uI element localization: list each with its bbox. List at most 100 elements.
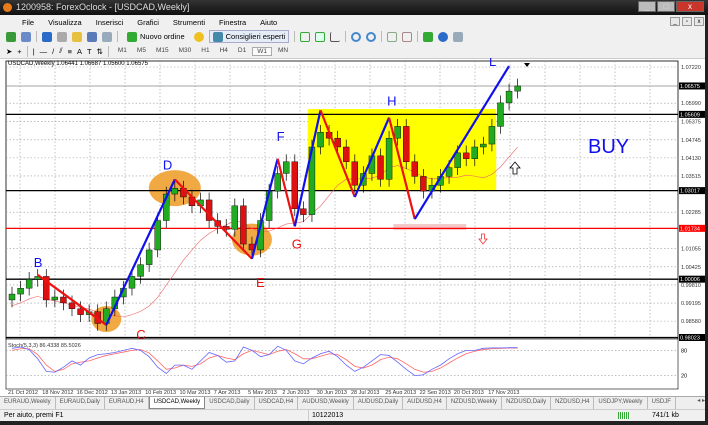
menu-inserisci[interactable]: Inserisci [96,18,124,27]
tab-euraud-daily[interactable]: EURAUD,Daily [56,397,105,409]
new-order-button[interactable]: Nuovo ordine [123,30,189,43]
tab-usdcad-daily[interactable]: USDCAD,Daily [205,397,255,409]
price-label: 1.05990 [681,101,701,107]
candle [463,152,470,159]
menu-grafici[interactable]: Grafici [137,18,159,27]
candlestick-icon[interactable] [315,31,326,42]
periods-icon[interactable] [438,31,449,42]
candle [8,293,16,301]
menu-visualizza[interactable]: Visualizza [48,18,82,27]
date-label: 16 Dec 2012 [77,390,108,394]
candle [497,102,504,127]
tab-usdcad-weekly[interactable]: USDCAD,Weekly [148,397,206,409]
horizontal-line-icon[interactable]: — [40,47,48,56]
date-label: 10 Feb 2013 [145,390,176,394]
candle [17,287,24,295]
price-label: 1.05375 [681,119,701,125]
cursor-icon[interactable]: ➤ [6,47,12,56]
price-chart[interactable]: 1.07220 1.05990 1.05375 1.04745 1.04130 1.035… [0,58,708,394]
bar-chart-icon[interactable] [300,31,311,42]
zoom-in-icon[interactable] [351,31,362,42]
tab-usdjpy-weekly[interactable]: USDJPY,Weekly [594,397,648,409]
zoom-out-icon[interactable] [366,31,377,42]
timeframe-mn[interactable]: MN [274,47,292,56]
menu-aiuto[interactable]: Aiuto [260,18,277,27]
profiles-icon[interactable] [21,31,31,42]
tab-nzdusd-weekly[interactable]: NZDUSD,Weekly [447,397,503,409]
candle [283,161,290,174]
menu-finestra[interactable]: Finestra [219,18,246,27]
price-label: 1.04130 [681,156,701,162]
line-chart-icon[interactable] [330,31,341,42]
indicators-icon[interactable] [423,31,434,42]
timeframe-w1[interactable]: W1 [252,46,272,56]
candle [471,146,478,159]
mdi-restore-button[interactable]: ▫ [682,17,692,26]
maximize-button[interactable]: □ [657,1,675,12]
mdi-close-button[interactable]: x [694,17,704,26]
market-watch-icon[interactable] [42,31,52,42]
arrows-icon[interactable]: ⇅ [97,47,103,56]
channel-icon[interactable]: ⫽ [59,46,62,56]
tab-audusd-weekly[interactable]: AUDUSD,Weekly [298,397,354,409]
chart-shift-icon[interactable] [402,31,413,42]
candle [385,137,393,180]
candle [291,161,299,209]
tester-icon[interactable] [102,31,112,42]
auto-scroll-icon[interactable] [387,31,398,42]
data-window-icon[interactable] [57,31,67,42]
price-label: 1.03515 [681,174,701,180]
timeframe-d1[interactable]: D1 [234,47,250,56]
navigator-icon[interactable] [72,31,82,42]
timeframe-h1[interactable]: H1 [197,47,213,56]
new-chart-icon[interactable] [6,31,16,42]
tab-usdjf[interactable]: USDJF [648,397,676,409]
crosshair-icon[interactable]: + [17,47,21,56]
candle [505,90,513,104]
text-tool[interactable]: A [77,47,82,56]
drawing-toolbar: ➤ + | — / ⫽ ≡ A T ⇅ M1 M5 M15 M30 H1 H4 D1 W1 MN [0,44,708,59]
tab-audusd-h4[interactable]: AUDUSD,H4 [403,397,447,409]
trendline-icon[interactable]: / [52,47,54,56]
tab-usdcad-h4[interactable]: USDCAD,H4 [255,397,299,409]
menu-strumenti[interactable]: Strumenti [173,18,205,27]
timeframe-m5[interactable]: M5 [133,47,150,56]
mdi-minimize-button[interactable]: _ [670,17,680,26]
price-label: 1.04745 [681,138,701,144]
candle [488,126,496,145]
new-order-label: Nuovo ordine [140,32,185,41]
timeframe-h4[interactable]: H4 [216,47,232,56]
date-label: 13 Jan 2013 [111,390,141,394]
menu-file[interactable]: File [22,18,34,27]
level-label: 1.01734 [680,226,700,232]
terminal-icon[interactable] [87,31,97,42]
timeframe-m30[interactable]: M30 [175,47,196,56]
indicator-panel [5,338,679,390]
expert-advisors-label: Consiglieri esperti [225,32,286,41]
warning-icon[interactable] [193,31,204,42]
templates-icon[interactable] [453,31,464,42]
menu-bar: File Visualizza Inserisci Grafici Strumenti F… [0,15,708,29]
timeframe-m1[interactable]: M1 [114,47,131,56]
tab-nzdusd-daily[interactable]: NZDUSD,Daily [502,397,552,409]
candle [128,276,136,289]
window-title: 1200958: ForexOclock - [USDCAD,Weekly] [16,2,190,12]
expert-advisors-button[interactable]: Consiglieri esperti [208,30,290,43]
tab-nzdusd-h4[interactable]: NZDUSD,H4 [551,397,595,409]
timeframe-m15[interactable]: M15 [152,47,173,56]
fibonacci-icon[interactable]: ≡ [68,47,72,56]
candle [454,152,461,168]
indicator-scale-top: 80 [681,348,687,354]
tab-euraud-h4[interactable]: EURAUD,H4 [105,397,149,409]
taskbar [0,421,708,425]
text-label-icon[interactable]: T [87,47,92,56]
pink-zone [393,224,467,231]
wave-label-g: G [292,236,302,251]
tab-euraud-weekly[interactable]: EURAUD,Weekly [0,397,56,409]
close-button[interactable]: x [676,1,704,12]
candle [300,208,307,215]
connection-icon [618,412,630,419]
vertical-line-icon[interactable]: | [33,47,35,56]
tab-audusd-daily[interactable]: AUDUSD,Daily [354,397,404,409]
minimize-button[interactable]: _ [638,1,656,12]
